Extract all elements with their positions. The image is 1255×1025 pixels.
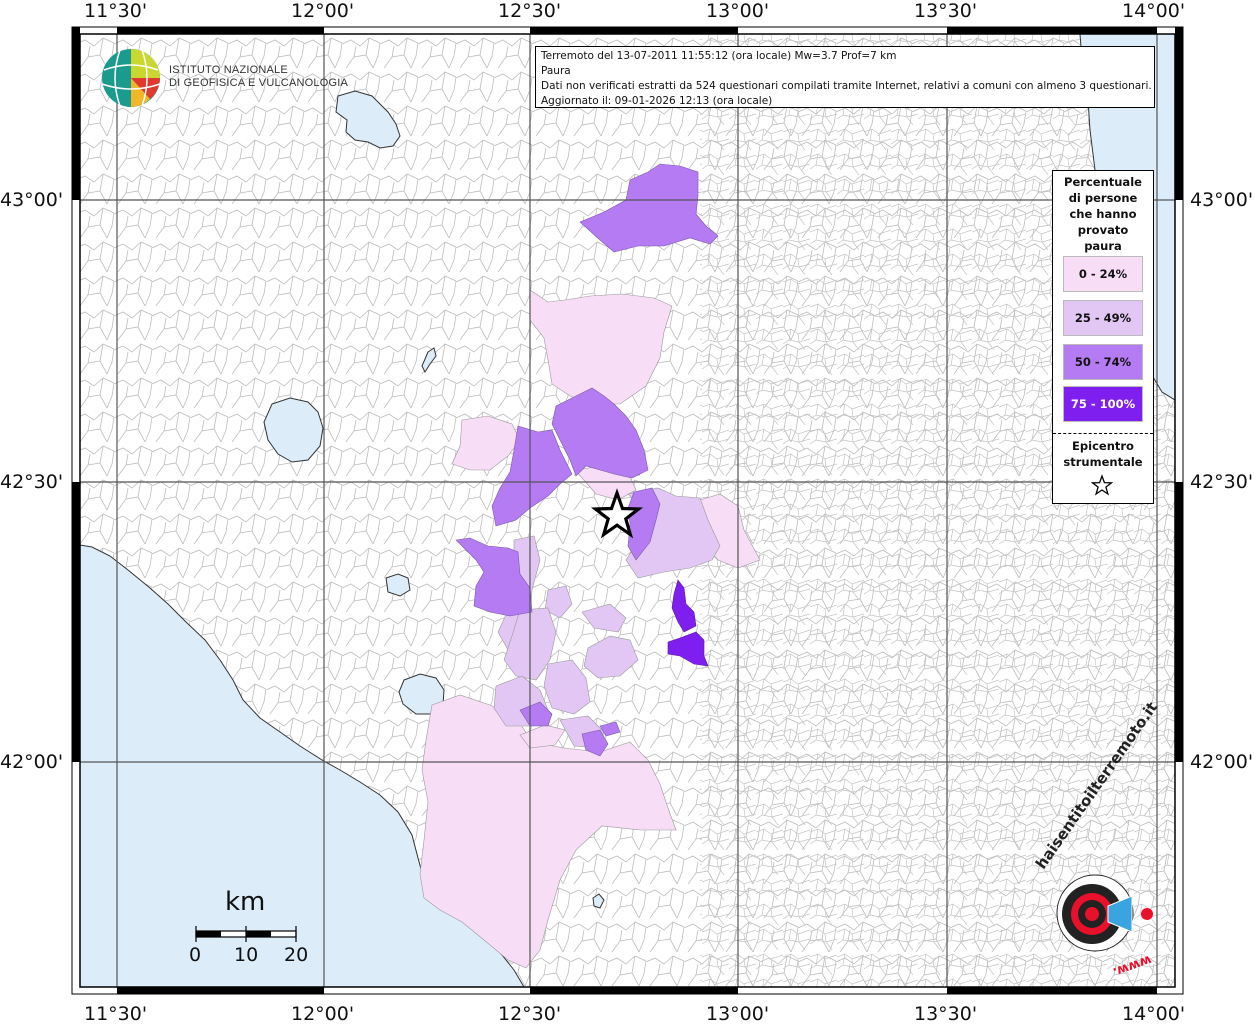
map-area[interactable]: [0, 0, 1255, 1024]
lon-bottom-3: 12°30': [498, 1003, 562, 1025]
legend-class-0-24: 0 - 24%: [1063, 256, 1143, 292]
lon-bottom-5: 13°30': [914, 1003, 978, 1025]
institute-line-2: DI GEOFISICA E VULCANOLOGIA: [169, 77, 348, 89]
lat-right-1: 43°00': [1190, 189, 1254, 211]
legend-title-line: Percentuale: [1064, 175, 1142, 189]
lon-bottom-4: 13°00': [706, 1003, 770, 1025]
lat-left-3: 42°00': [0, 751, 64, 773]
lon-bottom-6: 14°00': [1122, 1003, 1186, 1025]
event-info-box: Terremoto del 13-07-2011 11:55:12 (ora l…: [535, 46, 1155, 108]
legend-epicenter-line: Epicentro: [1072, 439, 1134, 453]
scale-label-10: 10: [234, 944, 259, 966]
lat-left-2: 42°30': [0, 471, 64, 493]
legend-title-line: di persone: [1068, 191, 1138, 205]
lon-top-2: 12°00': [291, 0, 355, 22]
legend-class-25-49: 25 - 49%: [1063, 300, 1143, 336]
legend-title-line: che hanno: [1069, 207, 1137, 221]
lake-vico: [385, 573, 411, 597]
legend-class-75-100: 75 - 100%: [1063, 386, 1143, 422]
legend-title-line: paura: [1084, 239, 1122, 253]
scale-unit: km: [225, 887, 266, 917]
legend: Percentuale di persone che hanno provato…: [1052, 170, 1154, 504]
lon-top-4: 13°00': [706, 0, 770, 22]
legend-epicenter-label: Epicentro strumentale: [1053, 438, 1153, 470]
scale-label-0: 0: [189, 944, 202, 966]
lon-bottom-2: 12°00': [291, 1003, 355, 1025]
lon-top-1: 11°30': [84, 0, 148, 22]
legend-separator: [1053, 433, 1153, 434]
legend-epicenter-line: strumentale: [1063, 455, 1143, 469]
lat-right-2: 42°30': [1190, 471, 1254, 493]
map-svg: [71, 26, 1184, 995]
legend-title-line: provato: [1077, 223, 1129, 237]
lon-top-6: 14°00': [1122, 0, 1186, 22]
institute-name: ISTITUTO NAZIONALE DI GEOFISICA E VULCAN…: [169, 64, 348, 90]
lat-left-1: 43°00': [0, 189, 64, 211]
legend-title: Percentuale di persone che hanno provato…: [1053, 174, 1153, 254]
lon-top-5: 13°30': [914, 0, 978, 22]
event-updated: Aggiornato il: 09-01-2026 12:13 (ora loc…: [541, 95, 773, 107]
ingv-globe-icon: [101, 49, 161, 107]
institute-line-1: ISTITUTO NAZIONALE: [169, 64, 288, 76]
lon-bottom-1: 11°30': [84, 1003, 148, 1025]
event-parameter: Paura: [541, 65, 571, 77]
lon-top-3: 12°30': [498, 0, 562, 22]
scale-label-20: 20: [284, 944, 309, 966]
event-note: Dati non verificati estratti da 524 ques…: [541, 80, 1152, 92]
event-title: Terremoto del 13-07-2011 11:55:12 (ora l…: [541, 50, 897, 62]
legend-class-50-74: 50 - 74%: [1063, 344, 1143, 380]
lat-right-3: 42°00': [1190, 751, 1254, 773]
star-outline-icon: [1091, 474, 1113, 496]
